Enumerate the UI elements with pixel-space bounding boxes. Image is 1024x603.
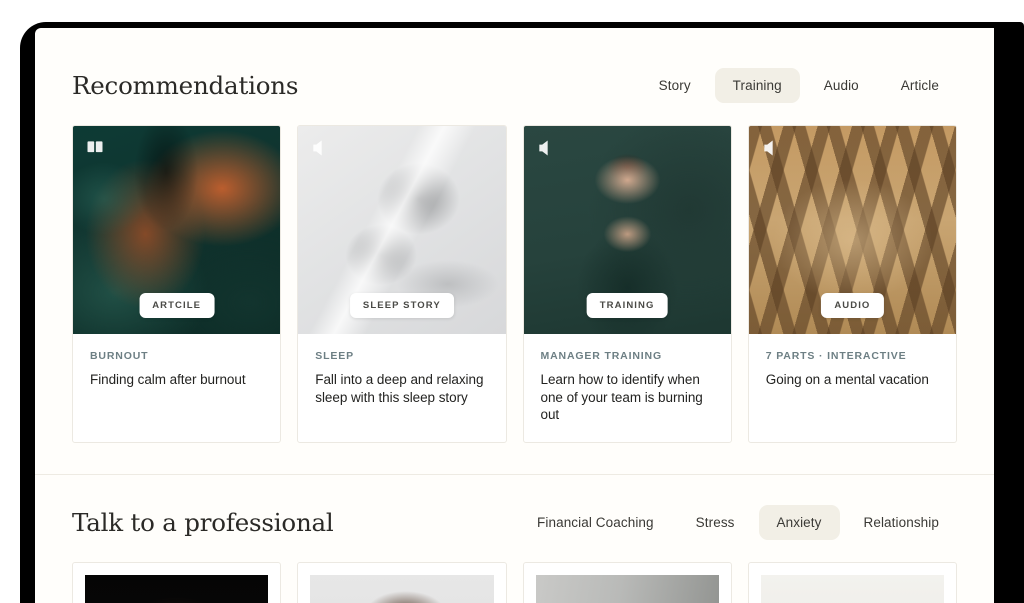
avatar: [85, 575, 268, 603]
recommendation-card[interactable]: AUDIO 7 PARTS · INTERACTIVE Going on a m…: [748, 125, 957, 443]
card-body: SLEEP Fall into a deep and relaxing slee…: [298, 334, 505, 442]
card-title: Fall into a deep and relaxing sleep with…: [315, 371, 488, 406]
professional-cards: [35, 562, 994, 603]
tab-audio[interactable]: Audio: [806, 68, 877, 103]
card-category: 7 PARTS · INTERACTIVE: [766, 350, 939, 362]
recommendation-cards: ARTCILE BURNOUT Finding calm after burno…: [35, 125, 994, 443]
tab-relationship[interactable]: Relationship: [846, 505, 958, 540]
card-title: Learn how to identify when one of your t…: [541, 371, 714, 424]
card-body: BURNOUT Finding calm after burnout: [73, 334, 280, 442]
card-title: Going on a mental vacation: [766, 371, 939, 389]
recommendation-card[interactable]: ARTCILE BURNOUT Finding calm after burno…: [72, 125, 281, 443]
professionals-section: Talk to a professional Financial Coachin…: [35, 475, 994, 603]
professional-photo: [536, 575, 719, 603]
card-media: TRAINING: [524, 126, 731, 334]
card-body: MANAGER TRAINING Learn how to identify w…: [524, 334, 731, 442]
professional-photo: [310, 575, 493, 603]
app-viewport: Recommendations Story Training Audio Art…: [35, 28, 994, 603]
professionals-tabs: Financial Coaching Stress Anxiety Relati…: [519, 505, 957, 540]
tab-article[interactable]: Article: [883, 68, 957, 103]
professionals-header: Talk to a professional Financial Coachin…: [35, 505, 994, 540]
recommendation-card[interactable]: SLEEP STORY SLEEP Fall into a deep and r…: [297, 125, 506, 443]
recommendations-section: Recommendations Story Training Audio Art…: [35, 28, 994, 443]
recommendations-header: Recommendations Story Training Audio Art…: [35, 68, 994, 103]
professional-card[interactable]: [748, 562, 957, 603]
card-title: Finding calm after burnout: [90, 371, 263, 389]
speaker-icon: [536, 138, 556, 158]
card-media: AUDIO: [749, 126, 956, 334]
page-title: Recommendations: [72, 71, 298, 100]
open-book-icon: [85, 138, 105, 158]
media-type-badge: SLEEP STORY: [350, 293, 454, 318]
card-category: SLEEP: [315, 350, 488, 362]
avatar: [310, 575, 493, 603]
media-type-badge: AUDIO: [821, 293, 883, 318]
tab-training[interactable]: Training: [715, 68, 800, 103]
card-category: MANAGER TRAINING: [541, 350, 714, 362]
professional-photo: [761, 575, 944, 603]
tab-anxiety[interactable]: Anxiety: [759, 505, 840, 540]
professional-card[interactable]: [523, 562, 732, 603]
media-type-badge: TRAINING: [587, 293, 668, 318]
avatar: [761, 575, 944, 603]
professionals-title: Talk to a professional: [72, 508, 334, 537]
recommendations-tabs: Story Training Audio Article: [641, 68, 957, 103]
card-media: SLEEP STORY: [298, 126, 505, 334]
media-type-badge: ARTCILE: [139, 293, 214, 318]
tab-financial-coaching[interactable]: Financial Coaching: [519, 505, 672, 540]
tab-story[interactable]: Story: [641, 68, 709, 103]
professional-card[interactable]: [72, 562, 281, 603]
professional-card[interactable]: [297, 562, 506, 603]
avatar: [536, 575, 719, 603]
tab-stress[interactable]: Stress: [678, 505, 753, 540]
card-media: ARTCILE: [73, 126, 280, 334]
speaker-icon: [310, 138, 330, 158]
speaker-icon: [761, 138, 781, 158]
card-body: 7 PARTS · INTERACTIVE Going on a mental …: [749, 334, 956, 442]
recommendation-card[interactable]: TRAINING MANAGER TRAINING Learn how to i…: [523, 125, 732, 443]
card-category: BURNOUT: [90, 350, 263, 362]
professional-photo: [85, 575, 268, 603]
